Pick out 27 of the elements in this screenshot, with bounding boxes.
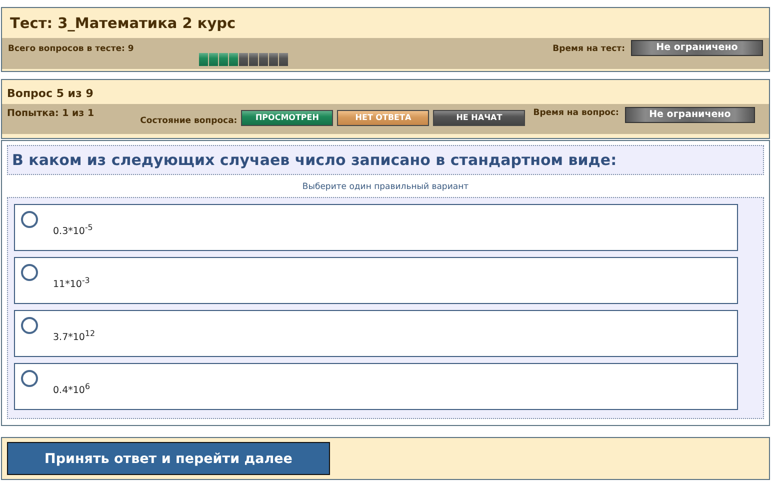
status-badge: НЕ НАЧАТ: [433, 110, 526, 126]
answer-option[interactable]: 3.7*10$^{12}$: [14, 310, 738, 357]
question-status-label: Состояние вопроса:: [140, 116, 238, 126]
answer-hint: Выберите один правильный вариант: [301, 181, 470, 194]
question-text: В каком из следующих случаев число записано в стандартном виде:: [7, 145, 764, 175]
question-number: Вопрос 5 из 9: [6, 86, 94, 102]
option-text: 3.7*10$^{12}$: [53, 329, 96, 344]
option-text: 0.4*10$^{6}$: [53, 382, 90, 396]
radio-button[interactable]: [21, 317, 38, 334]
option-text: 11*10$^{-3}$: [53, 276, 90, 290]
option-text: 0.3*10$^{-5}$: [53, 223, 93, 238]
test-title: Тест: 3_Математика 2 курс: [9, 15, 237, 34]
radio-button[interactable]: [21, 370, 38, 387]
answer-option[interactable]: 11*10$^{-3}$: [14, 257, 738, 304]
question-time-label: Время на вопрос:: [533, 108, 619, 118]
test-time-label: Время на тест:: [552, 44, 625, 54]
status-badge: ПРОСМОТРЕН: [241, 110, 334, 126]
radio-button[interactable]: [21, 264, 38, 281]
radio-button[interactable]: [21, 211, 38, 228]
attempt-label: Попытка: 1 из 1: [7, 108, 94, 119]
submit-button[interactable]: Принять ответ и перейти далее: [7, 442, 330, 475]
total-questions-label: Всего вопросов в тесте: 9: [8, 44, 134, 54]
status-badge: НЕТ ОТВЕТА: [337, 110, 430, 126]
test-time-value: Не ограничено: [631, 40, 763, 56]
question-time-value: Не ограничено: [624, 107, 755, 123]
answer-option[interactable]: 0.4*10$^{6}$: [14, 363, 738, 410]
answer-option[interactable]: 0.3*10$^{-5}$: [14, 204, 738, 251]
